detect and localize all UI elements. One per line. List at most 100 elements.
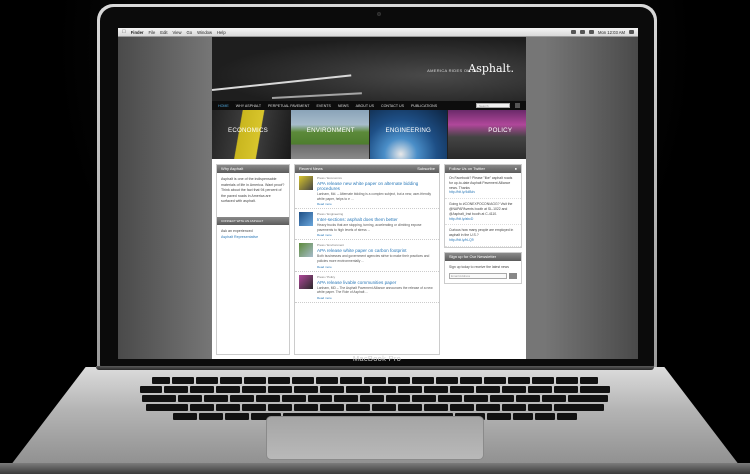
key[interactable]	[542, 395, 566, 402]
key[interactable]	[424, 386, 448, 393]
key[interactable]	[242, 404, 266, 411]
key[interactable]	[476, 404, 500, 411]
key[interactable]	[268, 377, 290, 384]
key[interactable]	[164, 386, 188, 393]
nav-home[interactable]: HOME	[218, 104, 229, 108]
key[interactable]	[294, 404, 318, 411]
key[interactable]	[316, 377, 338, 384]
key[interactable]	[490, 395, 514, 402]
key[interactable]	[557, 413, 577, 420]
key[interactable]	[173, 413, 197, 420]
key[interactable]	[256, 395, 280, 402]
search-input[interactable]: Search	[476, 103, 510, 108]
read-more-link[interactable]: Read more	[317, 296, 435, 300]
menu-edit[interactable]: Edit	[160, 30, 167, 35]
category-economics[interactable]: ECONOMICS	[212, 110, 291, 159]
key[interactable]	[580, 377, 598, 384]
key[interactable]	[412, 395, 436, 402]
key[interactable]	[372, 386, 396, 393]
key[interactable]	[320, 404, 344, 411]
newsletter-submit-button[interactable]	[509, 272, 517, 279]
search-button[interactable]	[515, 103, 520, 108]
nav-about-us[interactable]: ABOUT US	[356, 104, 374, 108]
key[interactable]	[294, 386, 318, 393]
key[interactable]	[508, 377, 530, 384]
nav-publications[interactable]: PUBLICATIONS	[411, 104, 437, 108]
key[interactable]	[388, 377, 410, 384]
twitter-bird-icon[interactable]: ●	[515, 165, 517, 173]
key[interactable]	[292, 377, 314, 384]
volume-icon[interactable]	[579, 30, 585, 34]
key[interactable]	[225, 413, 249, 420]
key[interactable]	[568, 395, 608, 402]
wifi-icon[interactable]	[570, 30, 576, 34]
key[interactable]	[554, 404, 604, 411]
key[interactable]	[372, 404, 396, 411]
key[interactable]	[535, 413, 555, 420]
key[interactable]	[308, 395, 332, 402]
key[interactable]	[476, 386, 500, 393]
category-policy[interactable]: POLICY	[448, 110, 526, 159]
category-environment[interactable]: ENVIRONMENT	[290, 110, 370, 159]
key[interactable]	[216, 404, 240, 411]
key[interactable]	[196, 377, 218, 384]
key[interactable]	[268, 386, 292, 393]
nav-why-asphalt[interactable]: WHY ASPHALT	[236, 104, 261, 108]
key[interactable]	[502, 386, 526, 393]
key[interactable]	[412, 377, 434, 384]
key[interactable]	[199, 413, 223, 420]
key[interactable]	[386, 395, 410, 402]
key[interactable]	[142, 395, 176, 402]
key[interactable]	[340, 377, 362, 384]
key[interactable]	[172, 377, 194, 384]
news-thumbnail[interactable]	[299, 176, 313, 190]
menu-window[interactable]: Window	[197, 30, 212, 35]
key[interactable]	[360, 395, 384, 402]
key[interactable]	[436, 377, 458, 384]
key[interactable]	[502, 404, 526, 411]
nav-contact-us[interactable]: CONTACT US	[381, 104, 404, 108]
news-thumbnail[interactable]	[299, 274, 313, 289]
news-title[interactable]: Inter-sections: asphalt does them better	[317, 217, 435, 222]
key[interactable]	[220, 377, 242, 384]
key[interactable]	[282, 395, 306, 402]
key[interactable]	[334, 395, 358, 402]
key[interactable]	[190, 386, 214, 393]
tweet-link[interactable]: http://bit.ly/abcD	[449, 217, 517, 222]
key[interactable]	[140, 386, 162, 393]
key[interactable]	[464, 395, 488, 402]
key[interactable]	[398, 386, 422, 393]
key[interactable]	[244, 377, 266, 384]
key[interactable]	[487, 413, 511, 420]
apple-icon[interactable]: 	[122, 29, 126, 35]
menu-file[interactable]: File	[149, 30, 156, 35]
menu-go[interactable]: Go	[187, 30, 193, 35]
category-engineering[interactable]: ENGINEERING	[369, 110, 449, 159]
key[interactable]	[532, 377, 554, 384]
news-title[interactable]: APA release new white paper on alternate…	[317, 181, 435, 191]
key[interactable]	[346, 386, 370, 393]
key[interactable]	[554, 386, 578, 393]
key[interactable]	[424, 404, 448, 411]
key[interactable]	[190, 404, 214, 411]
nav-news[interactable]: NEWS	[338, 104, 349, 108]
key[interactable]	[152, 377, 170, 384]
key[interactable]	[450, 386, 474, 393]
key[interactable]	[528, 386, 552, 393]
key[interactable]	[516, 395, 540, 402]
key[interactable]	[460, 377, 482, 384]
key[interactable]	[320, 386, 344, 393]
key[interactable]	[513, 413, 533, 420]
trackpad[interactable]	[266, 416, 484, 460]
contact-link[interactable]: Asphalt Representative	[221, 235, 285, 241]
news-title[interactable]: APA release livable communities paper	[317, 280, 435, 285]
key[interactable]	[438, 395, 462, 402]
key[interactable]	[528, 404, 552, 411]
key[interactable]	[364, 377, 386, 384]
key[interactable]	[580, 386, 610, 393]
nav-events[interactable]: EVENTS	[317, 104, 331, 108]
key[interactable]	[450, 404, 474, 411]
menu-view[interactable]: View	[173, 30, 182, 35]
key[interactable]	[242, 386, 266, 393]
spotlight-icon[interactable]	[629, 30, 634, 34]
